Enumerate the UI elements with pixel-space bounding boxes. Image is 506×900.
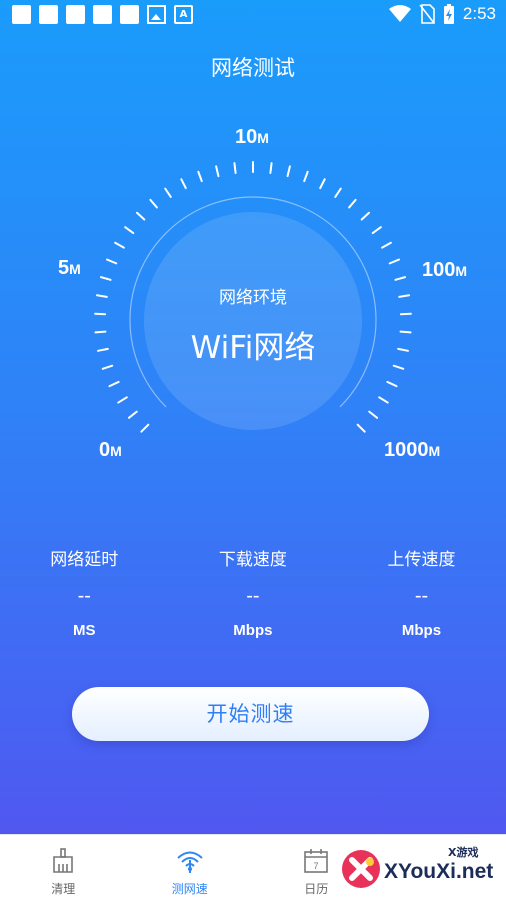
clock: 2:53 — [462, 4, 496, 23]
gauge-tick — [135, 211, 146, 221]
battery-icon — [443, 4, 454, 24]
gauge-tick — [303, 170, 309, 183]
image-notification-icon — [147, 5, 166, 24]
download-metric: 下载速度 -- Mbps — [169, 545, 338, 655]
gauge-tick — [378, 396, 389, 404]
metric-unit: Mbps — [233, 622, 273, 639]
gauge-tick — [140, 423, 150, 433]
metric-label: 下载速度 — [218, 550, 287, 570]
font-notification-icon: A — [174, 5, 193, 24]
metric-value: -- — [414, 585, 429, 607]
gauge-tick — [360, 211, 371, 221]
gauge-tick — [371, 226, 382, 235]
status-bar: A 2:53 — [0, 0, 506, 30]
notification-icon — [39, 5, 58, 24]
metric-label: 上传速度 — [387, 550, 456, 570]
system-icons: 2:53 — [388, 4, 496, 24]
speed-metrics: 网络延时 -- MS 下载速度 -- Mbps 上传速度 -- Mbps — [0, 545, 506, 655]
gauge-tick — [149, 198, 158, 209]
gauge-tick — [348, 198, 357, 209]
gauge-tick — [368, 410, 379, 419]
gauge-tick — [180, 178, 187, 190]
network-environment-label: 网络环境 — [219, 288, 287, 308]
page-title: 网络测试 — [211, 56, 295, 80]
watermark: X游戏 XYouXi.net — [338, 842, 498, 894]
watermark-small-text: X游戏 — [448, 846, 479, 859]
gauge-tick — [386, 380, 398, 388]
gauge-tick — [114, 241, 125, 249]
gauge-center-circle — [144, 212, 362, 430]
gauge-tick — [117, 396, 128, 404]
gauge-tick — [127, 410, 138, 419]
gauge-tick — [164, 187, 172, 198]
gauge-tick — [394, 276, 407, 281]
gauge-tick — [233, 162, 237, 175]
start-speed-test-button[interactable]: 开始测速 — [72, 687, 429, 741]
gauge-tick — [215, 165, 220, 178]
gauge-label-100m: 100M — [422, 259, 468, 281]
notification-icon — [12, 5, 31, 24]
upload-metric: 上传速度 -- Mbps — [337, 545, 506, 655]
notification-icon — [120, 5, 139, 24]
gauge-tick — [106, 258, 118, 265]
speed-test-screen: A 2:53 网络测试 10M 5M 100M 0M 1000M 网络环境 Wi… — [0, 0, 506, 900]
calendar-icon: 7 — [304, 849, 329, 873]
gauge-label-5m: 5M — [58, 257, 81, 279]
metric-label: 网络延时 — [50, 550, 119, 570]
wifi-signal-icon — [388, 5, 411, 22]
gauge-tick — [388, 258, 400, 265]
metric-unit: MS — [73, 622, 96, 639]
gauge-label-0m: 0M — [99, 439, 122, 461]
notification-icon — [66, 5, 85, 24]
gauge-tick — [197, 170, 203, 183]
network-environment-value: WiFi网络 — [190, 330, 316, 366]
gauge-tick — [319, 178, 326, 190]
gauge-label-1000m: 1000M — [384, 439, 441, 461]
gauge-tick — [286, 165, 291, 178]
gauge-tick — [124, 226, 135, 235]
gauge-tick — [108, 380, 120, 388]
watermark-text: XYouXi.net — [384, 860, 494, 883]
metric-unit: Mbps — [401, 622, 442, 639]
svg-text:7: 7 — [314, 861, 319, 871]
gauge-tick — [334, 187, 342, 198]
latency-metric: 网络延时 -- MS — [0, 545, 169, 655]
gauge-label-10m: 10M — [235, 126, 269, 148]
gauge-tick — [99, 276, 112, 281]
gauge-tick — [381, 241, 392, 249]
metric-value: -- — [77, 585, 91, 607]
metric-value: -- — [246, 585, 260, 607]
notification-icons: A — [12, 5, 193, 24]
nav-label: 测网速 — [171, 882, 208, 896]
wifi-icon — [177, 851, 203, 873]
broom-icon — [53, 848, 74, 873]
nav-item-speed-test[interactable]: 测网速 — [127, 835, 254, 900]
gauge-tick — [356, 423, 366, 433]
gauge-tick — [269, 162, 273, 175]
nav-item-clean[interactable]: 清理 — [0, 835, 127, 900]
watermark-logo-icon — [342, 850, 380, 888]
nav-label: 清理 — [51, 882, 76, 896]
no-sim-icon — [419, 4, 435, 24]
notification-icon — [93, 5, 112, 24]
